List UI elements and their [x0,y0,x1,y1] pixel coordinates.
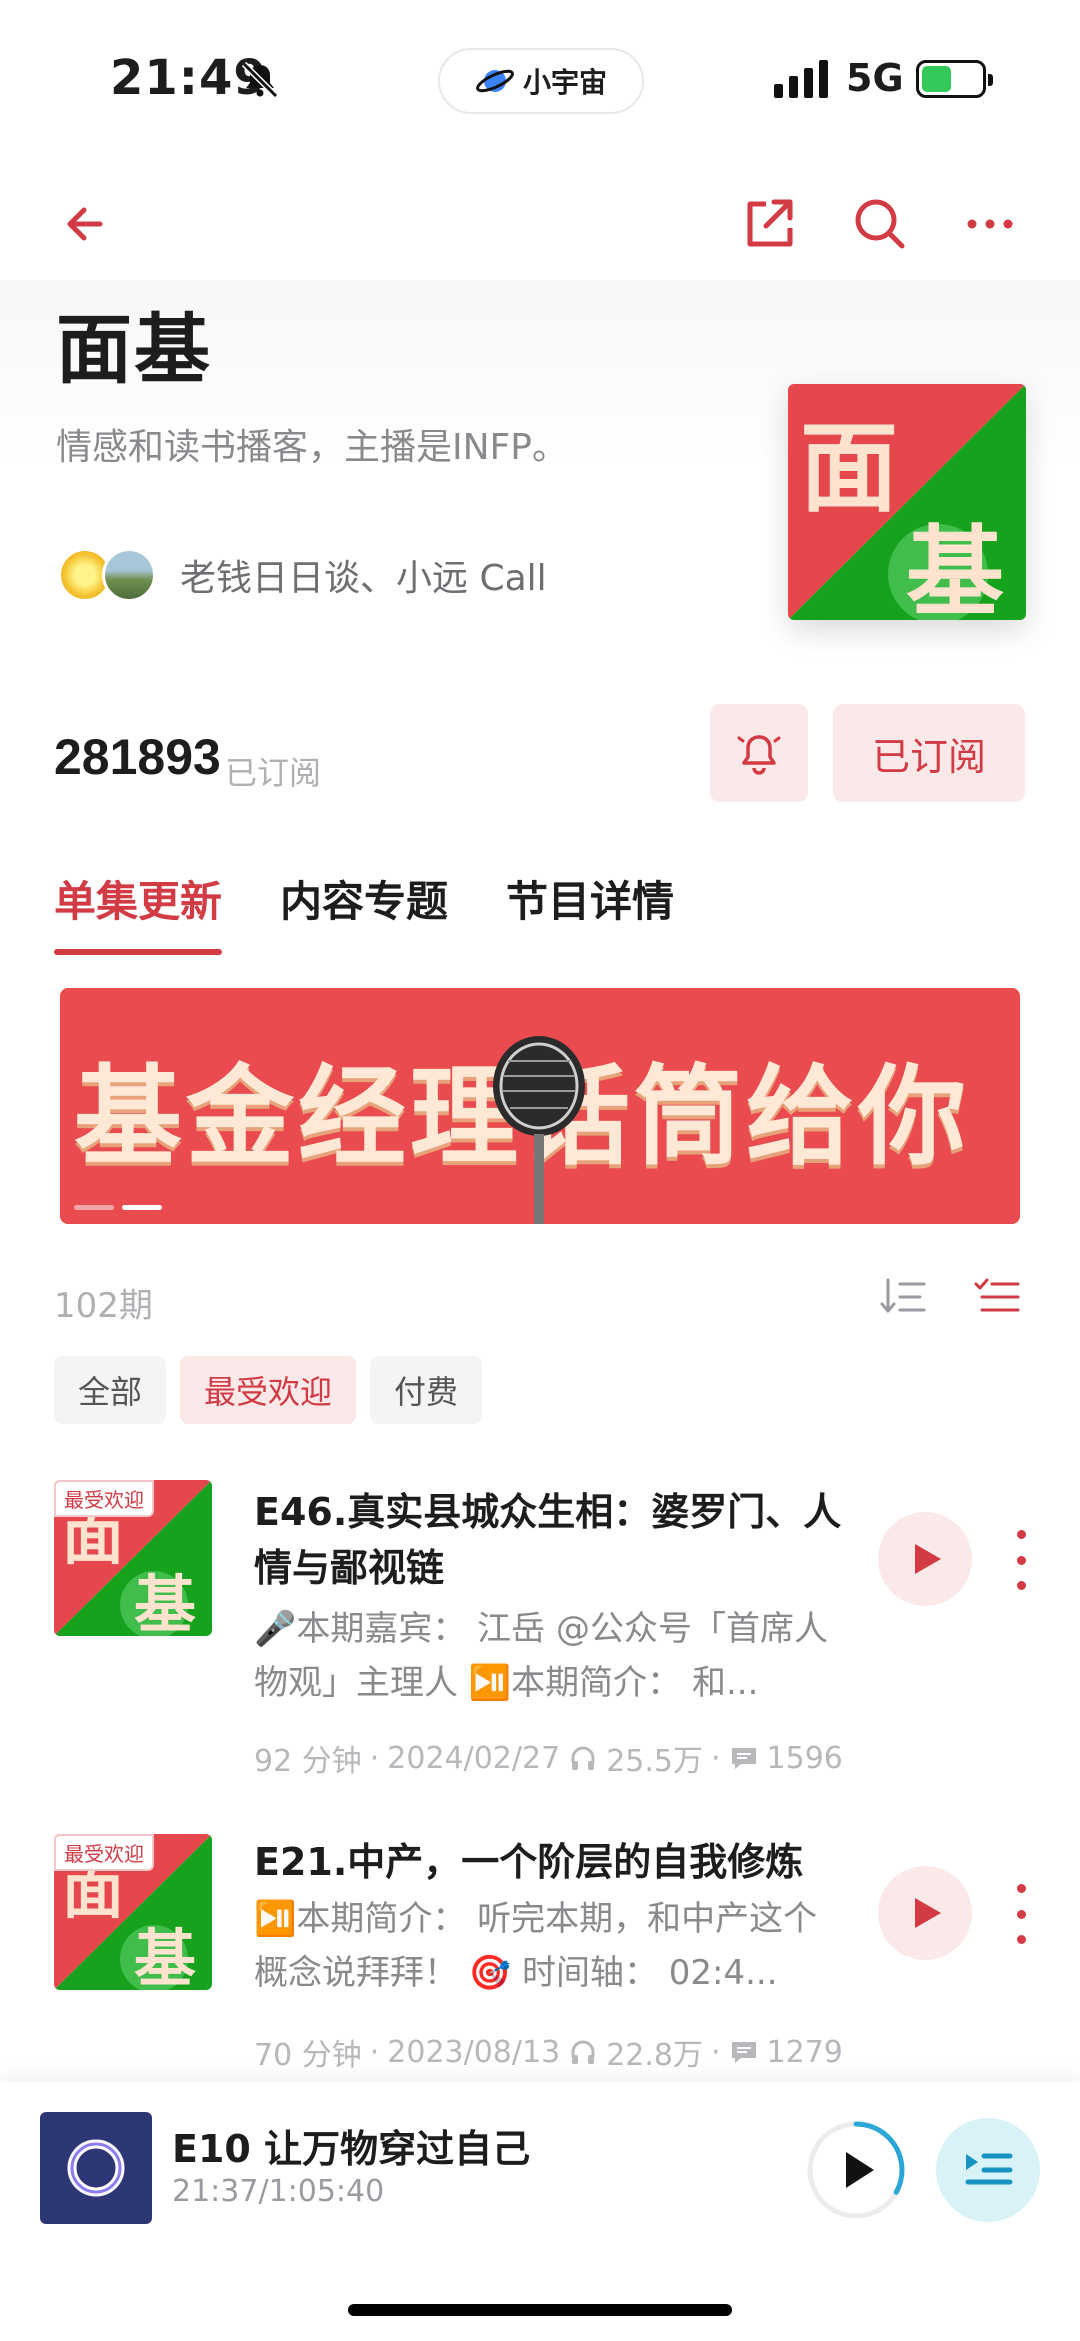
episode-duration: 70 分钟 [254,2038,362,2073]
cover-char-bottom: 基 [134,1568,196,1636]
show-title: 面基 [56,305,212,394]
play-icon [915,1544,941,1574]
planet-icon [476,69,514,93]
nav-bar [0,170,1080,280]
episode-item[interactable]: 面 基 最受欢迎 E21.中产，一个阶层的自我修炼 ⏯️本期简介： 听完本期，和… [0,1834,1080,2084]
banner-pager [74,1205,162,1210]
episode-plays: 22.8万 [606,2038,703,2073]
cover-char-top: 面 [800,412,898,526]
notify-button[interactable] [710,704,808,802]
episode-date: 2023/08/13 [387,2034,561,2070]
play-icon [915,1898,941,1928]
bell-icon [737,735,781,775]
playlist-icon [965,2153,1013,2185]
episode-count: 102期 [54,1286,153,1326]
tab-topics[interactable]: 内容专题 [280,868,448,955]
app-pill-label: 小宇宙 [522,66,607,99]
host-avatar [102,548,156,602]
now-playing-cover [40,2112,152,2224]
signal-icon [774,58,828,98]
chip-paid[interactable]: 付费 [370,1356,483,1424]
episode-description: 🎤本期嘉宾： 江岳 @公众号「首席人物观」主理人 ⏯️本期简介： 和... [254,1609,828,1703]
hosts-names: 老钱日日谈、小远 Call [180,558,547,599]
episode-description: ⏯️本期简介： 听完本期，和中产这个概念说拜拜！ 🎯 时间轴： 02:4... [254,1899,818,1993]
headphones-icon [571,1746,595,1770]
mini-play-button[interactable] [804,2118,908,2222]
battery-icon [916,60,993,98]
search-icon[interactable] [848,192,912,256]
playlist-button[interactable] [936,2118,1040,2222]
popular-tag: 最受欢迎 [54,1834,154,1871]
chip-all[interactable]: 全部 [54,1356,167,1424]
episode-comments: 1279 [766,2034,843,2070]
tab-bar: 单集更新 内容专题 节目详情 [54,868,674,955]
subscriber-label: 已订阅 [225,754,322,792]
cover-char-bottom: 基 [906,516,1004,620]
comment-icon [731,1748,756,1769]
headphones-icon [571,2040,595,2064]
subscriber-count: 281893 [54,729,221,785]
show-description: 情感和读书播客，主播是INFP。 [56,427,568,468]
episode-meta: 92 分钟 · 2024/02/27 25.5万 · 1596 [254,1736,843,1780]
show-cover: 面 基 [788,384,1026,620]
chip-popular[interactable]: 最受欢迎 [180,1356,357,1424]
back-arrow-icon[interactable] [56,192,120,256]
episode-comments: 1596 [766,1740,843,1776]
hosts-row[interactable]: 老钱日日谈、小远 Call [58,548,547,602]
episode-cover: 面 基 最受欢迎 [54,1834,212,1990]
tab-details[interactable]: 节目详情 [506,868,674,955]
episode-title: E21.中产，一个阶层的自我修炼 [254,1840,804,1884]
episode-duration: 92 分钟 [254,1744,362,1779]
multi-select-icon[interactable] [972,1272,1022,1322]
episode-more-button[interactable] [1006,1530,1036,1590]
play-button[interactable] [878,1866,972,1960]
app-pill[interactable]: 小宇宙 [438,48,644,114]
subscribe-button[interactable]: 已订阅 [833,704,1025,802]
mini-player[interactable]: E10 让万物穿过自己 21:37/1:05:40 [0,2082,1080,2341]
status-bar: 21:49 小宇宙 5G [0,0,1080,160]
play-button[interactable] [878,1512,972,1606]
episode-title: E46.真实县城众生相：婆罗门、人情与鄙视链 [254,1490,842,1590]
popular-tag: 最受欢迎 [54,1480,154,1517]
network-type: 5G [846,56,904,100]
cover-char-bottom: 基 [134,1922,196,1990]
more-horizontal-icon[interactable] [958,192,1022,256]
episode-item[interactable]: 面 基 最受欢迎 E46.真实县城众生相：婆罗门、人情与鄙视链 🎤本期嘉宾： 江… [0,1480,1080,1800]
sort-order-icon[interactable] [878,1272,928,1322]
tab-episodes[interactable]: 单集更新 [54,868,223,955]
promo-banner[interactable]: 基金经理话筒给你 [60,988,1020,1224]
episode-cover: 面 基 最受欢迎 [54,1480,212,1636]
bell-muted-icon [241,61,279,99]
share-icon[interactable] [736,192,800,256]
episode-plays: 25.5万 [606,1744,703,1779]
filter-chips: 全部 最受欢迎 付费 [54,1356,483,1424]
microphone-icon [493,1036,585,1224]
home-indicator [348,2304,732,2316]
episode-date: 2024/02/27 [387,1740,561,1776]
comment-icon [731,2042,756,2063]
episode-meta: 70 分钟 · 2023/08/13 22.8万 · 1279 [254,2030,843,2074]
now-playing-title: E10 让万物穿过自己 [172,2127,531,2171]
episode-more-button[interactable] [1006,1884,1036,1944]
now-playing-time: 21:37/1:05:40 [172,2174,385,2209]
